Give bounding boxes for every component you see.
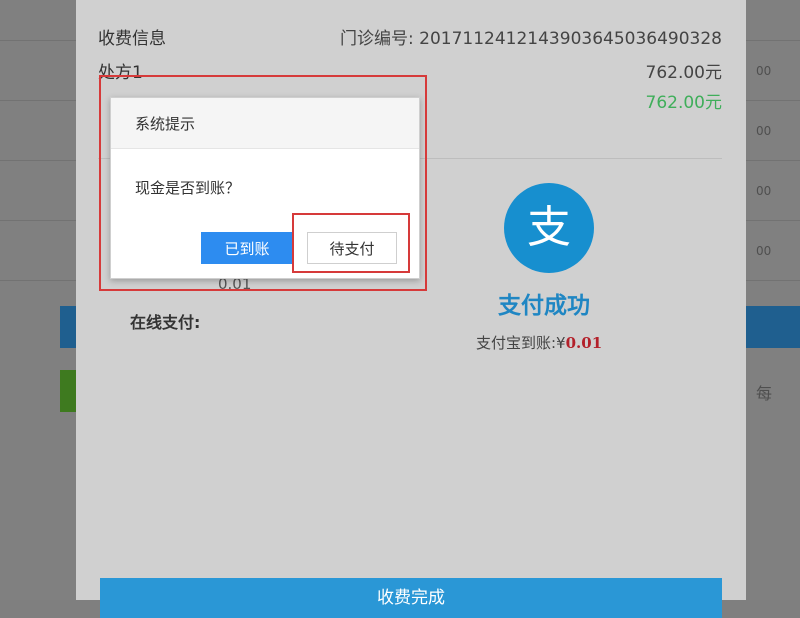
bg-left-green-bar <box>60 370 76 412</box>
fee-info-title: 收费信息 <box>98 29 166 49</box>
alipay-glyph-icon: 支 <box>527 202 571 253</box>
bg-right-fragment: 00 <box>756 184 772 198</box>
alipay-arrived-label: 支付宝到账:¥ <box>476 334 566 352</box>
bg-right-fragment: 每 <box>756 384 773 403</box>
alipay-arrived-line: 支付宝到账:¥0.01 <box>476 332 602 353</box>
clinic-number-label: 门诊编号: <box>340 29 414 49</box>
bg-right-fragment: 00 <box>756 244 772 258</box>
online-pay-label: 在线支付: <box>130 313 201 332</box>
total-amount: 762.00元 <box>645 93 722 113</box>
bg-right-blue-bar <box>746 306 800 348</box>
alipay-icon: 支 <box>504 183 594 273</box>
bg-right-fragment: 00 <box>756 64 772 78</box>
clinic-number-value: 20171124121439036450364903​28 <box>419 29 722 49</box>
prescription-amount: 762.00元 <box>645 63 722 83</box>
finish-charge-button[interactable]: 收费完成 <box>100 578 722 618</box>
clinic-number: 门诊编号: 20171124121439036450364903​28 <box>340 24 722 49</box>
svg-text:支: 支 <box>527 202 571 253</box>
payment-success-text: 支付成功 <box>498 293 590 319</box>
alipay-arrived-amount: 0.01 <box>565 334 603 352</box>
bg-right-fragment: 00 <box>756 124 772 138</box>
bg-left-blue-bar <box>60 306 76 348</box>
pending-button-highlight-box <box>292 213 410 273</box>
